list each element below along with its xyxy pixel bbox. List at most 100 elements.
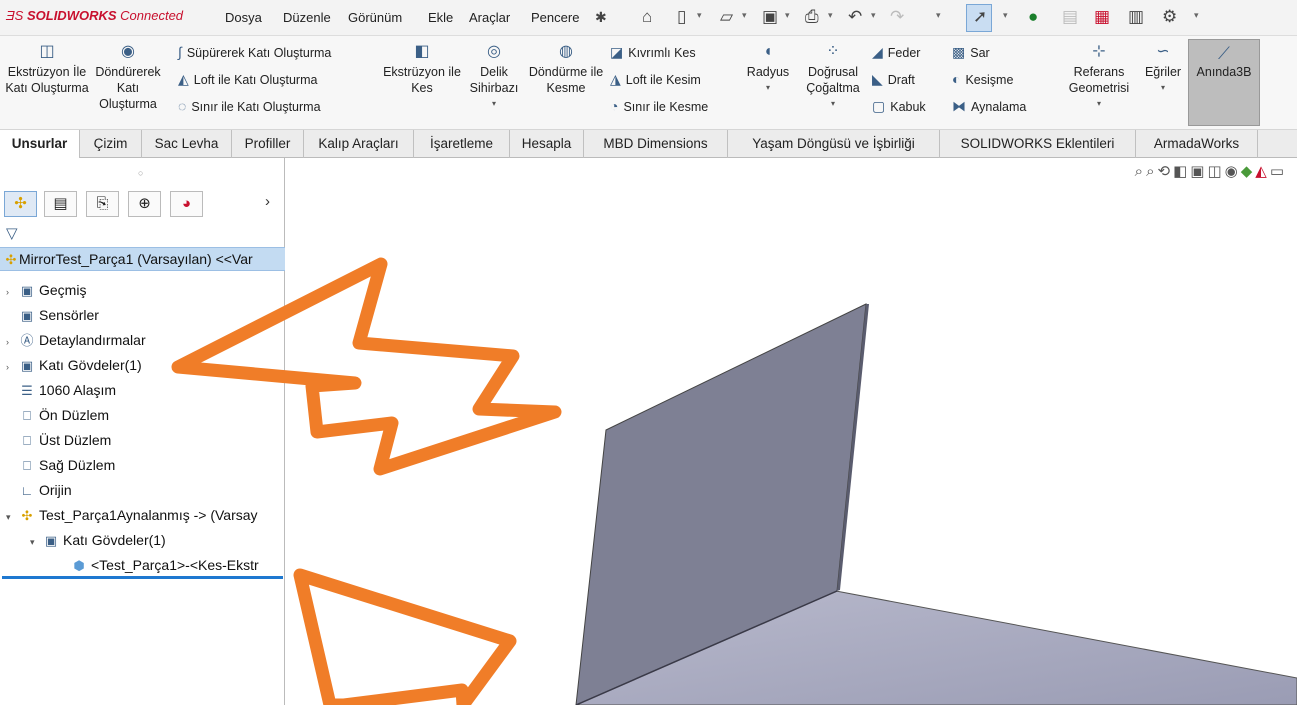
save-icon[interactable]: ▣ [762, 6, 778, 28]
tree-item-solid-bodies[interactable]: › ▣ Katı Gövdeler(1) [6, 355, 142, 377]
new-dropdown-icon[interactable]: ▾ [697, 10, 702, 21]
hole-wizard-dropdown-icon[interactable]: ▾ [462, 96, 526, 112]
tree-item-material[interactable]: ☰ 1060 Alaşım [6, 380, 116, 401]
curves-button[interactable]: ∽ Eğriler ▾ [1140, 42, 1186, 96]
menu-duzenle[interactable]: Düzenle [283, 10, 331, 25]
instant3d-button[interactable]: ⟋ Anında3B [1188, 39, 1260, 126]
swept-cut-button[interactable]: ◪ Kıvrımlı Kes [610, 44, 696, 61]
reference-geometry-dropdown-icon[interactable]: ▾ [1060, 96, 1138, 112]
tab-mbd-dimensions[interactable]: MBD Dimensions [584, 130, 728, 158]
tab-hesapla[interactable]: Hesapla [510, 130, 584, 158]
hide-show-icon[interactable]: ◉ [1225, 163, 1241, 180]
expand-arrow-icon[interactable]: › [6, 357, 18, 377]
print-dropdown-icon[interactable]: ▾ [828, 10, 833, 21]
rebuild-traffic-light-icon[interactable]: ● [1028, 6, 1038, 28]
sweep-boss-button[interactable]: ∫ Süpürerek Katı Oluşturma [178, 44, 331, 60]
open-folder-icon[interactable]: ▱ [720, 6, 733, 28]
menu-ekle[interactable]: Ekle [428, 10, 453, 25]
options-dropdown-icon[interactable]: ▾ [1194, 10, 1199, 21]
extrude-cut-button[interactable]: ◧ Ekstrüzyon ile Kes [382, 42, 462, 96]
mirror-button[interactable]: ⧓ Aynalama [952, 98, 1026, 115]
tree-item-sensors[interactable]: ▣ Sensörler [6, 305, 99, 326]
wrap-button[interactable]: ▩ Sar [952, 44, 990, 61]
pin-icon[interactable]: ✱ [595, 6, 607, 28]
boundary-cut-button[interactable]: ◔ Sınır ile Kesme [610, 98, 708, 114]
tree-item-mirrored-solid-bodies[interactable]: ▾ ▣ Katı Gövdeler(1) [30, 530, 166, 552]
menu-pencere[interactable]: Pencere [531, 10, 579, 25]
tab-sac-levha[interactable]: Sac Levha [142, 130, 232, 158]
shell-button[interactable]: ▢ Kabuk [872, 98, 926, 115]
feature-manager-tab[interactable]: ✣ [4, 191, 37, 217]
expand-arrow-icon[interactable]: › [6, 282, 18, 302]
dimxpert-manager-tab[interactable]: ⊕ [128, 191, 161, 217]
zoom-to-area-icon[interactable]: ⌕ [1146, 163, 1157, 180]
section-view-icon[interactable]: ◧ [1173, 163, 1190, 180]
linear-pattern-dropdown-icon[interactable]: ▾ [800, 96, 866, 112]
reference-geometry-button[interactable]: ⊹ Referans Geometrisi ▾ [1060, 42, 1138, 112]
draft-button[interactable]: ◣ Draft [872, 71, 915, 88]
fillet-button[interactable]: ◖ Radyus ▾ [742, 42, 794, 96]
tree-item-right-plane[interactable]: ⎕ Sağ Düzlem [6, 455, 115, 476]
revolve-boss-button[interactable]: ◉ Döndürerek Katı Oluşturma [88, 42, 168, 112]
tree-item-history[interactable]: › ▣ Geçmiş [6, 280, 86, 302]
tab-cizim[interactable]: Çizim [80, 130, 142, 158]
save-dropdown-icon[interactable]: ▾ [785, 10, 790, 21]
menu-araclar[interactable]: Araçlar [469, 10, 510, 25]
tab-isaretleme[interactable]: İşaretleme [414, 130, 510, 158]
menu-dosya[interactable]: Dosya [225, 10, 262, 25]
tab-unsurlar[interactable]: Unsurlar [0, 130, 80, 158]
home-icon[interactable]: ⌂ [642, 6, 652, 28]
tab-armadaworks[interactable]: ArmadaWorks [1136, 130, 1258, 158]
tree-root-label[interactable]: ✣ MirrorTest_Parça1 (Varsayılan) <<Var [4, 249, 253, 270]
select-dropdown-icon[interactable]: ▾ [1003, 10, 1008, 21]
configuration-manager-tab[interactable]: ⎘ [86, 191, 119, 217]
rebuild-icon[interactable]: ▦ [1094, 6, 1110, 28]
monitor-icon[interactable]: ▭ [1270, 163, 1287, 180]
tree-item-mirrored-part[interactable]: ▾ ✣ Test_Parça1Aynalanmış -> (Varsay [6, 505, 258, 527]
boundary-boss-button[interactable]: ◌ Sınır ile Katı Oluşturma [178, 98, 321, 114]
revolve-cut-button[interactable]: ◍ Döndürme ile Kesme [528, 42, 604, 96]
options-panel-icon[interactable]: ▥ [1128, 6, 1144, 28]
collapse-arrow-icon[interactable]: ▾ [6, 507, 18, 527]
redo-dropdown-icon[interactable]: ▾ [936, 10, 941, 21]
menu-gorunum[interactable]: Görünüm [348, 10, 402, 25]
redo-icon[interactable]: ↷ [890, 6, 904, 28]
tab-yasam-dongusu[interactable]: Yaşam Döngüsü ve İşbirliği [728, 130, 940, 158]
previous-view-icon[interactable]: ⟲ [1157, 163, 1173, 180]
display-manager-tab[interactable]: ◕ [170, 191, 203, 217]
filter-icon[interactable]: ▽ [6, 224, 18, 242]
tree-item-body[interactable]: ⬢ <Test_Parça1>-<Kes-Ekstr [70, 555, 258, 576]
loft-cut-button[interactable]: ◮ Loft ile Kesim [610, 71, 701, 88]
print-icon[interactable]: ⎙ [805, 6, 819, 28]
tree-item-top-plane[interactable]: ⎕ Üst Düzlem [6, 430, 111, 451]
graphics-area[interactable]: ⌕⌕⟲◧▣◫◉◆◭▭ [286, 158, 1297, 705]
open-dropdown-icon[interactable]: ▾ [742, 10, 747, 21]
curves-dropdown-icon[interactable]: ▾ [1140, 80, 1186, 96]
view-orientation-icon[interactable]: ▣ [1190, 163, 1207, 180]
extrude-boss-button[interactable]: ◫ Ekstrüzyon İle Katı Oluşturma [4, 42, 90, 96]
file-properties-icon[interactable]: ▤ [1062, 6, 1078, 28]
zoom-to-fit-icon[interactable]: ⌕ [1135, 163, 1146, 180]
hole-wizard-button[interactable]: ◎ Delik Sihirbazı ▾ [462, 42, 526, 112]
gear-icon[interactable]: ⚙ [1162, 6, 1177, 28]
tab-solidworks-eklentileri[interactable]: SOLIDWORKS Eklentileri [940, 130, 1136, 158]
fillet-dropdown-icon[interactable]: ▾ [742, 80, 794, 96]
panel-grip-icon[interactable]: ○ [138, 168, 143, 178]
expand-arrow-icon[interactable]: › [6, 332, 18, 352]
appearance-icon[interactable]: ◆ [1241, 163, 1256, 180]
undo-dropdown-icon[interactable]: ▾ [871, 10, 876, 21]
display-style-icon[interactable]: ◫ [1207, 163, 1224, 180]
tree-item-front-plane[interactable]: ⎕ Ön Düzlem [6, 405, 109, 426]
rib-button[interactable]: ◢ Feder [872, 44, 920, 61]
chevron-right-icon[interactable]: › [265, 193, 270, 210]
undo-icon[interactable]: ↶ [848, 6, 862, 28]
intersect-button[interactable]: ◐ Kesişme [952, 71, 1013, 87]
collapse-arrow-icon[interactable]: ▾ [30, 532, 42, 552]
tree-item-annotations[interactable]: › Ⓐ Detaylandırmalar [6, 330, 146, 352]
scene-icon[interactable]: ◭ [1255, 163, 1270, 180]
linear-pattern-button[interactable]: ⁘ Doğrusal Çoğaltma ▾ [800, 42, 866, 112]
rollback-bar[interactable] [2, 576, 283, 579]
tree-item-origin[interactable]: ∟ Orijin [6, 480, 72, 501]
tab-profiller[interactable]: Profiller [232, 130, 304, 158]
new-document-icon[interactable]: ▯ [677, 6, 686, 28]
